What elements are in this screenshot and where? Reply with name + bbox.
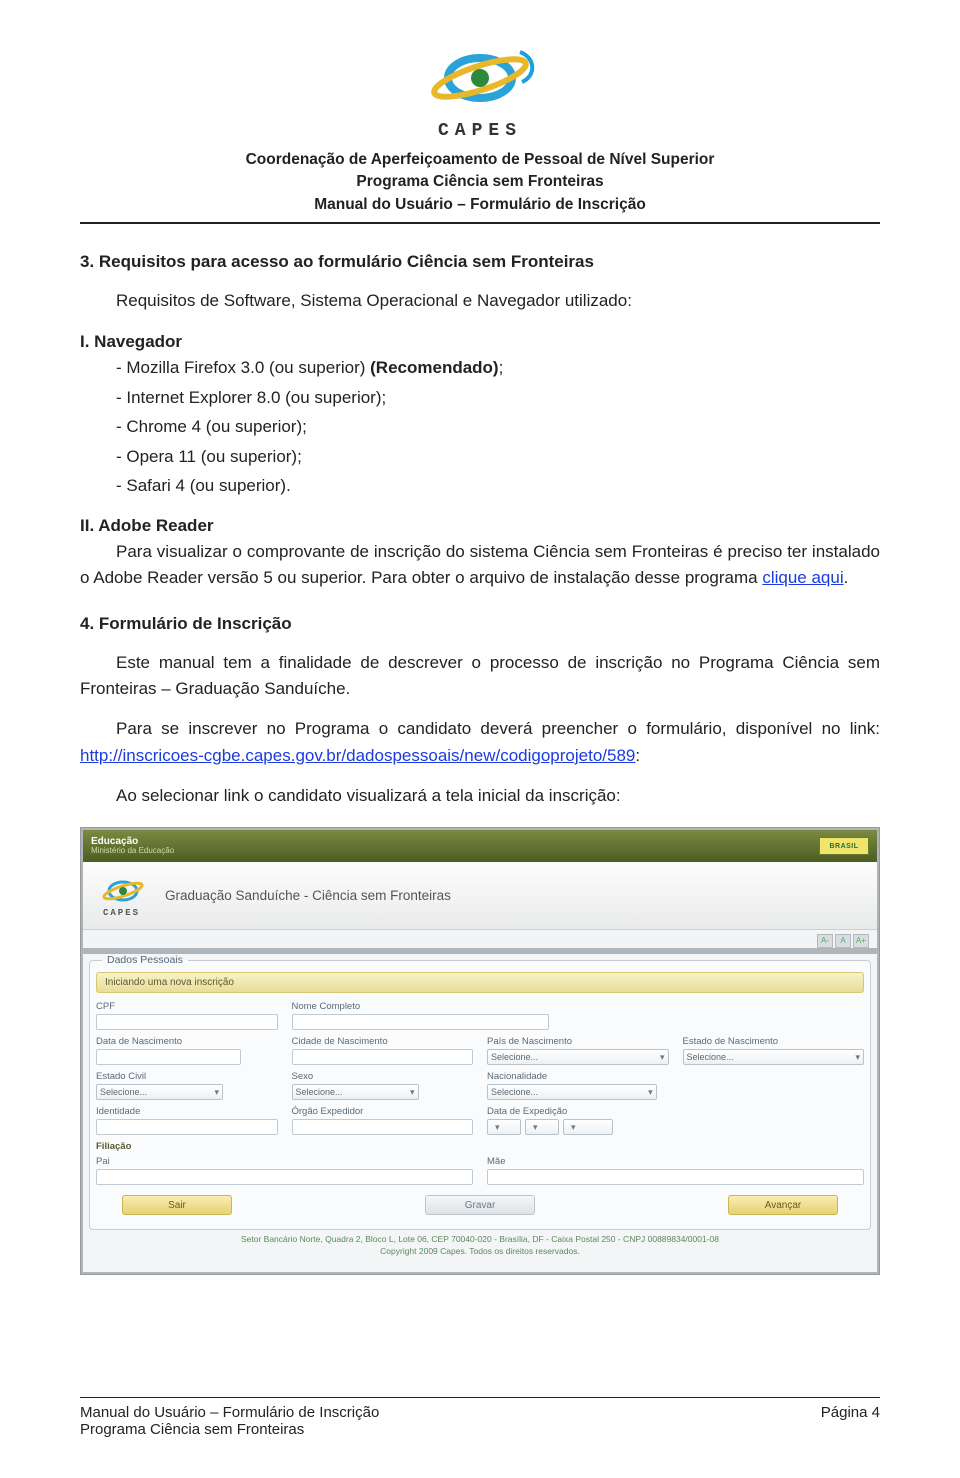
ss-page-title: Graduação Sanduíche - Ciência sem Fronte… — [165, 888, 451, 903]
input-mae[interactable] — [487, 1169, 864, 1185]
select-nacionalidade[interactable]: Selecione... — [487, 1084, 657, 1100]
ss-footer-line1: Setor Bancário Norte, Quadra 2, Bloco L,… — [105, 1234, 855, 1246]
ss-footer-line2: Copyright 2009 Capes. Todos os direitos … — [105, 1246, 855, 1258]
input-orgao[interactable] — [292, 1119, 474, 1135]
section-4-title: 4. Formulário de Inscrição — [80, 614, 880, 634]
browser-safari: - Safari 4 (ou superior). — [116, 473, 880, 499]
footer-line1: Manual do Usuário – Formulário de Inscri… — [80, 1404, 379, 1421]
browser-chrome: - Chrome 4 (ou superior); — [116, 414, 880, 440]
page-footer: Manual do Usuário – Formulário de Inscri… — [80, 1397, 880, 1438]
footer-page-number: Página 4 — [821, 1404, 880, 1438]
item-ii-adobe-reader: II. Adobe Reader — [80, 513, 880, 539]
select-estado-nasc[interactable]: Selecione... — [683, 1049, 865, 1065]
sair-button[interactable]: Sair — [122, 1195, 232, 1215]
select-estado-civil[interactable]: Selecione... — [96, 1084, 223, 1100]
ss-topbar: Educação Ministério da Educação BRASIL — [83, 830, 877, 862]
link-clique-aqui[interactable]: clique aqui — [762, 568, 843, 587]
label-identidade: Identidade — [96, 1106, 278, 1117]
header-line1: Coordenação de Aperfeiçoamento de Pessoa… — [80, 149, 880, 171]
capes-logo-block: CAPES — [80, 40, 880, 141]
ribbon-iniciando: Iniciando uma nova inscrição — [96, 972, 864, 993]
label-data-nasc: Data de Nascimento — [96, 1036, 278, 1047]
label-nacionalidade: Nacionalidade — [487, 1071, 864, 1082]
capes-logo-text: CAPES — [80, 121, 880, 141]
label-cidade-nasc: Cidade de Nascimento — [292, 1036, 474, 1047]
input-cidade-nasc[interactable] — [292, 1049, 474, 1065]
adobe-reader-paragraph: Para visualizar o comprovante de inscriç… — [80, 539, 880, 592]
input-cpf[interactable] — [96, 1014, 278, 1030]
svg-text:CAPES: CAPES — [103, 908, 140, 918]
input-identidade[interactable] — [96, 1119, 278, 1135]
select-sexo[interactable]: Selecione... — [292, 1084, 419, 1100]
ss-headerbar: CAPES Graduação Sanduíche - Ciência sem … — [83, 862, 877, 930]
brasil-flag-badge: BRASIL — [819, 837, 869, 855]
label-orgao: Órgão Expedidor — [292, 1106, 474, 1117]
dados-pessoais-fieldset: Dados Pessoais Iniciando uma nova inscri… — [89, 954, 871, 1230]
ss-fontsize-controls: A- A A+ — [83, 930, 877, 948]
label-pai: Pai — [96, 1156, 473, 1167]
form-screenshot: Educação Ministério da Educação BRASIL C… — [80, 827, 880, 1275]
section-3-title: 3. Requisitos para acesso ao formulário … — [80, 252, 880, 272]
browser-opera: - Opera 11 (ou superior); — [116, 444, 880, 470]
font-increase-button[interactable]: A+ — [853, 934, 869, 948]
input-pai[interactable] — [96, 1169, 473, 1185]
label-estado-nasc: Estado de Nascimento — [683, 1036, 865, 1047]
header-divider — [80, 222, 880, 224]
label-data-exp: Data de Expedição — [487, 1106, 864, 1117]
input-data-nasc[interactable] — [96, 1049, 241, 1065]
section-4-p1: Este manual tem a finalidade de descreve… — [80, 650, 880, 703]
browser-ie: - Internet Explorer 8.0 (ou superior); — [116, 385, 880, 411]
ss-footer: Setor Bancário Norte, Quadra 2, Bloco L,… — [85, 1230, 875, 1266]
select-pais-nasc[interactable]: Selecione... — [487, 1049, 669, 1065]
document-header: Coordenação de Aperfeiçoamento de Pessoa… — [80, 149, 880, 216]
browser-firefox: - Mozilla Firefox 3.0 (ou superior) (Rec… — [116, 355, 880, 381]
section-4-p3: Ao selecionar link o candidato visualiza… — [80, 783, 880, 809]
gravar-button[interactable]: Gravar — [425, 1195, 535, 1215]
label-filiacao: Filiação — [96, 1141, 864, 1152]
label-sexo: Sexo — [292, 1071, 474, 1082]
ss-ministerio: Ministério da Educação — [91, 847, 174, 856]
fieldset-legend: Dados Pessoais — [102, 954, 188, 966]
label-cpf: CPF — [96, 1001, 278, 1012]
input-nome[interactable] — [292, 1014, 550, 1030]
font-default-button[interactable]: A — [835, 934, 851, 948]
label-mae: Mãe — [487, 1156, 864, 1167]
label-pais-nasc: País de Nascimento — [487, 1036, 669, 1047]
section-4-p2: Para se inscrever no Programa o candidat… — [80, 716, 880, 769]
header-line2: Programa Ciência sem Fronteiras — [80, 171, 880, 193]
select-data-exp-mes[interactable] — [525, 1119, 559, 1135]
label-nome: Nome Completo — [292, 1001, 865, 1012]
avancar-button[interactable]: Avançar — [728, 1195, 838, 1215]
select-data-exp-ano[interactable] — [563, 1119, 613, 1135]
footer-line2: Programa Ciência sem Fronteiras — [80, 1421, 379, 1438]
font-decrease-button[interactable]: A- — [817, 934, 833, 948]
link-inscricoes[interactable]: http://inscricoes-cgbe.capes.gov.br/dado… — [80, 746, 635, 765]
ss-body: Dados Pessoais Iniciando uma nova inscri… — [83, 954, 877, 1272]
capes-logo-icon — [410, 40, 550, 120]
section-3-intro: Requisitos de Software, Sistema Operacio… — [116, 288, 880, 314]
select-data-exp-dia[interactable] — [487, 1119, 521, 1135]
label-estado-civil: Estado Civil — [96, 1071, 278, 1082]
ss-capes-logo-icon: CAPES — [97, 873, 153, 919]
item-i-navegador: I. Navegador — [80, 329, 880, 355]
header-line3: Manual do Usuário – Formulário de Inscri… — [80, 194, 880, 216]
